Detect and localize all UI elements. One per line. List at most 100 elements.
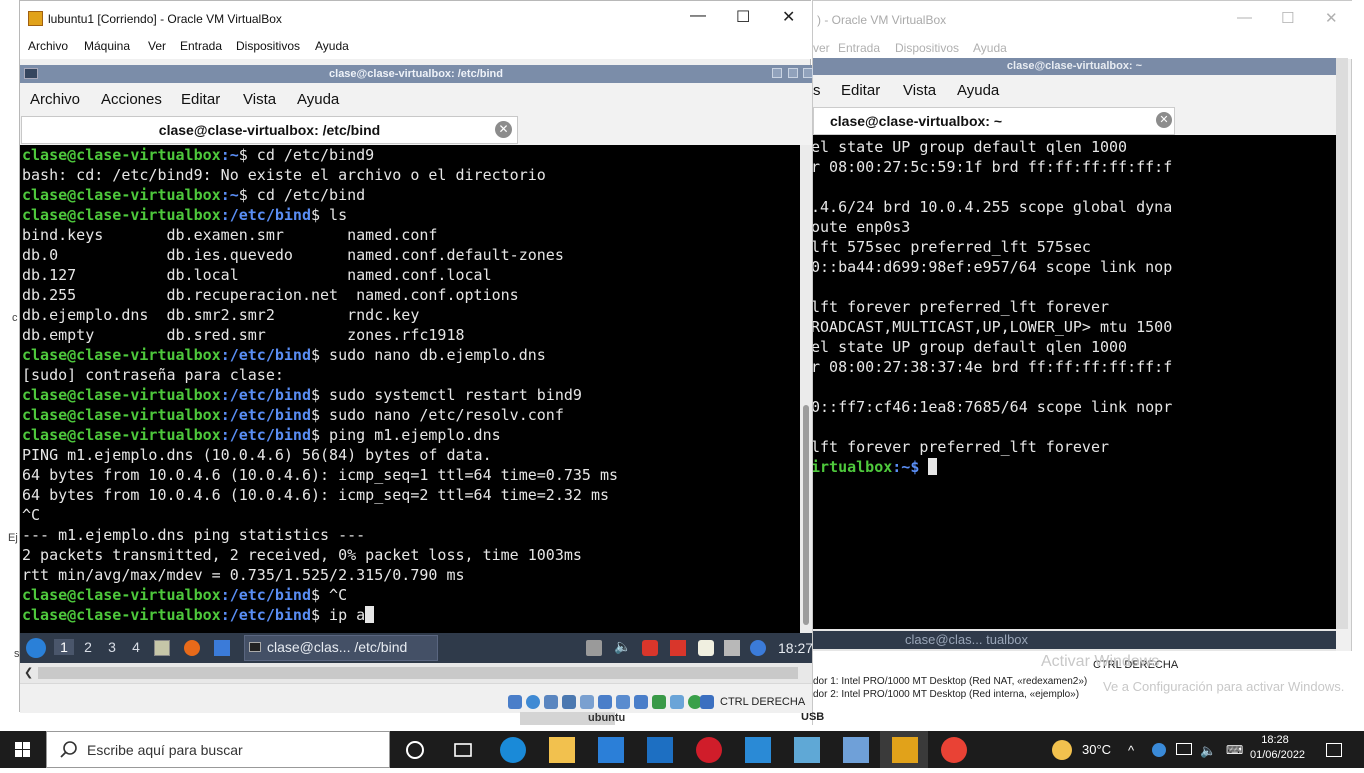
virtualbox-vm-icon[interactable] (892, 737, 918, 763)
scrollbar[interactable] (1336, 58, 1348, 629)
menu-item-editar[interactable]: Editar (841, 82, 880, 99)
workspace-1[interactable]: 1 (54, 639, 74, 655)
network-icon[interactable] (1176, 743, 1192, 755)
display-icon[interactable] (616, 695, 630, 709)
info-icon[interactable] (750, 640, 766, 656)
temperature[interactable]: 30°C (1082, 742, 1111, 757)
chevron-up-icon[interactable]: ^ (1128, 743, 1134, 758)
minimize-icon[interactable]: — (690, 7, 706, 25)
terminal-output[interactable]: el state UP group default qlen 1000 r 08:… (813, 135, 1336, 629)
ime-icon[interactable]: ⌨ (1226, 743, 1243, 757)
menu-item-acciones[interactable]: s (813, 82, 821, 99)
maximize-icon[interactable]: ☐ (1281, 9, 1294, 27)
network-icon[interactable] (724, 640, 740, 656)
menu-item-entrada[interactable]: Entrada (180, 39, 222, 53)
tray-app-icon[interactable] (1152, 743, 1166, 757)
terminal-line: 2 packets transmitted, 2 received, 0% pa… (22, 546, 582, 564)
menu-item-ver[interactable]: ver (813, 41, 830, 55)
file-explorer-icon[interactable] (549, 737, 575, 763)
close-icon[interactable]: ✕ (782, 7, 795, 27)
menu-item-vista[interactable]: Vista (903, 82, 936, 99)
menu-item-acciones[interactable]: Acciones (101, 91, 162, 108)
chrome-icon[interactable] (941, 737, 967, 763)
prompt-path: :/etc/bind (220, 406, 311, 424)
background-vbox-window[interactable]: ) - Oracle VM VirtualBox — ☐ ✕ ver Entra… (801, 0, 1353, 726)
close-icon[interactable]: ✕ (1325, 9, 1338, 27)
tab-close-icon[interactable]: ✕ (1156, 112, 1172, 128)
vbox-hscrollbar[interactable]: ❮ (20, 663, 812, 683)
opera-icon[interactable] (696, 737, 722, 763)
scroll-left-icon[interactable]: ❮ (24, 666, 33, 679)
minimize-icon[interactable] (772, 68, 782, 78)
tab-close-icon[interactable]: ✕ (495, 121, 512, 138)
terminal-tab[interactable]: clase@clase-virtualbox: /etc/bind (21, 116, 518, 144)
terminal-output[interactable]: clase@clase-virtualbox:~$ cd /etc/bind9 b… (20, 145, 800, 633)
panel-task-terminal[interactable]: clase@clas... /etc/bind (244, 635, 438, 661)
terminal-line: [sudo] contraseña para clase: (22, 366, 284, 384)
maximize-icon[interactable] (788, 68, 798, 78)
workspace-3[interactable]: 3 (102, 639, 122, 655)
edge-icon[interactable] (500, 737, 526, 763)
menu-item-maquina[interactable]: Máquina (84, 39, 130, 53)
network-adapter-icon[interactable] (562, 695, 576, 709)
menu-item-ver[interactable]: Ver (148, 39, 166, 53)
scrollbar-thumb[interactable] (38, 667, 798, 679)
menu-item-ayuda[interactable]: Ayuda (315, 39, 349, 53)
menu-item-archivo[interactable]: Archivo (30, 91, 80, 108)
menu-item-editar[interactable]: Editar (181, 91, 220, 108)
menu-item-entrada[interactable]: Entrada (838, 41, 880, 55)
workspace-2[interactable]: 2 (78, 639, 98, 655)
firefox-icon[interactable] (184, 640, 200, 656)
menu-item-dispositivos[interactable]: Dispositivos (236, 39, 300, 53)
usb-icon[interactable] (580, 695, 594, 709)
volume-icon[interactable]: 🔈 (614, 638, 631, 654)
menu-item-ayuda[interactable]: Ayuda (973, 41, 1007, 55)
menu-item-dispositivos[interactable]: Dispositivos (895, 41, 959, 55)
scrollbar-thumb[interactable] (803, 405, 809, 625)
app-icon[interactable] (794, 737, 820, 763)
windows-start-icon[interactable] (0, 731, 46, 768)
mail-icon[interactable] (647, 737, 673, 763)
update-icon[interactable] (642, 640, 658, 656)
file-manager-icon[interactable] (154, 640, 170, 656)
virtualbox-icon[interactable] (843, 737, 869, 763)
menu-item-ayuda[interactable]: Ayuda (297, 91, 339, 108)
panel-task-label[interactable]: clase@clas... tualbox (905, 632, 1028, 647)
mouse-integration-icon[interactable] (670, 695, 684, 709)
audio-icon[interactable] (544, 695, 558, 709)
workspace-4[interactable]: 4 (126, 639, 146, 655)
minimize-icon[interactable]: — (1237, 9, 1252, 26)
main-vbox-window[interactable]: lubuntu1 [Corriendo] - Oracle VM Virtual… (19, 0, 813, 713)
clipboard-icon[interactable] (586, 640, 602, 656)
vbox-menubar: Archivo Máquina Ver Entrada Dispositivos… (20, 37, 812, 59)
cortana-icon[interactable] (402, 737, 428, 763)
notifications-icon[interactable] (1326, 743, 1342, 757)
panel-clock[interactable]: 18:27 (778, 640, 813, 656)
lxterminal-menubar: Archivo Acciones Editar Vista Ayuda (20, 83, 812, 115)
recording-icon[interactable] (634, 695, 648, 709)
harddisk-icon[interactable] (508, 695, 522, 709)
maximize-icon[interactable]: ☐ (736, 7, 750, 27)
shared-folders-icon[interactable] (598, 695, 612, 709)
show-desktop-icon[interactable] (214, 640, 230, 656)
alert-icon[interactable] (670, 640, 686, 656)
close-icon[interactable] (803, 68, 813, 78)
store-icon[interactable] (598, 737, 624, 763)
menu-item-ayuda[interactable]: Ayuda (957, 82, 999, 99)
taskbar-clock[interactable]: 18:28 01/06/2022 (1250, 733, 1305, 763)
weather-icon[interactable] (1052, 740, 1072, 760)
task-view-icon[interactable] (450, 737, 476, 763)
optical-drive-icon[interactable] (526, 695, 540, 709)
menu-item-vista[interactable]: Vista (243, 91, 276, 108)
taskbar-search[interactable]: Escribe aquí para buscar (46, 731, 390, 768)
terminal-icon[interactable] (24, 68, 38, 79)
notes-icon[interactable] (698, 640, 714, 656)
terminal-scrollbar[interactable] (800, 145, 812, 633)
terminal-tab[interactable]: clase@clase-virtualbox: ~ (813, 107, 1175, 135)
vscode-icon[interactable] (745, 737, 771, 763)
volume-icon[interactable]: 🔈 (1200, 743, 1216, 759)
menu-item-archivo[interactable]: Archivo (28, 39, 68, 53)
lubuntu-menu-icon[interactable] (26, 638, 46, 658)
terminal-line: clase@clase-virtualbox:~$ cd /etc/bind9 (22, 145, 374, 165)
cpu-icon[interactable] (652, 695, 666, 709)
